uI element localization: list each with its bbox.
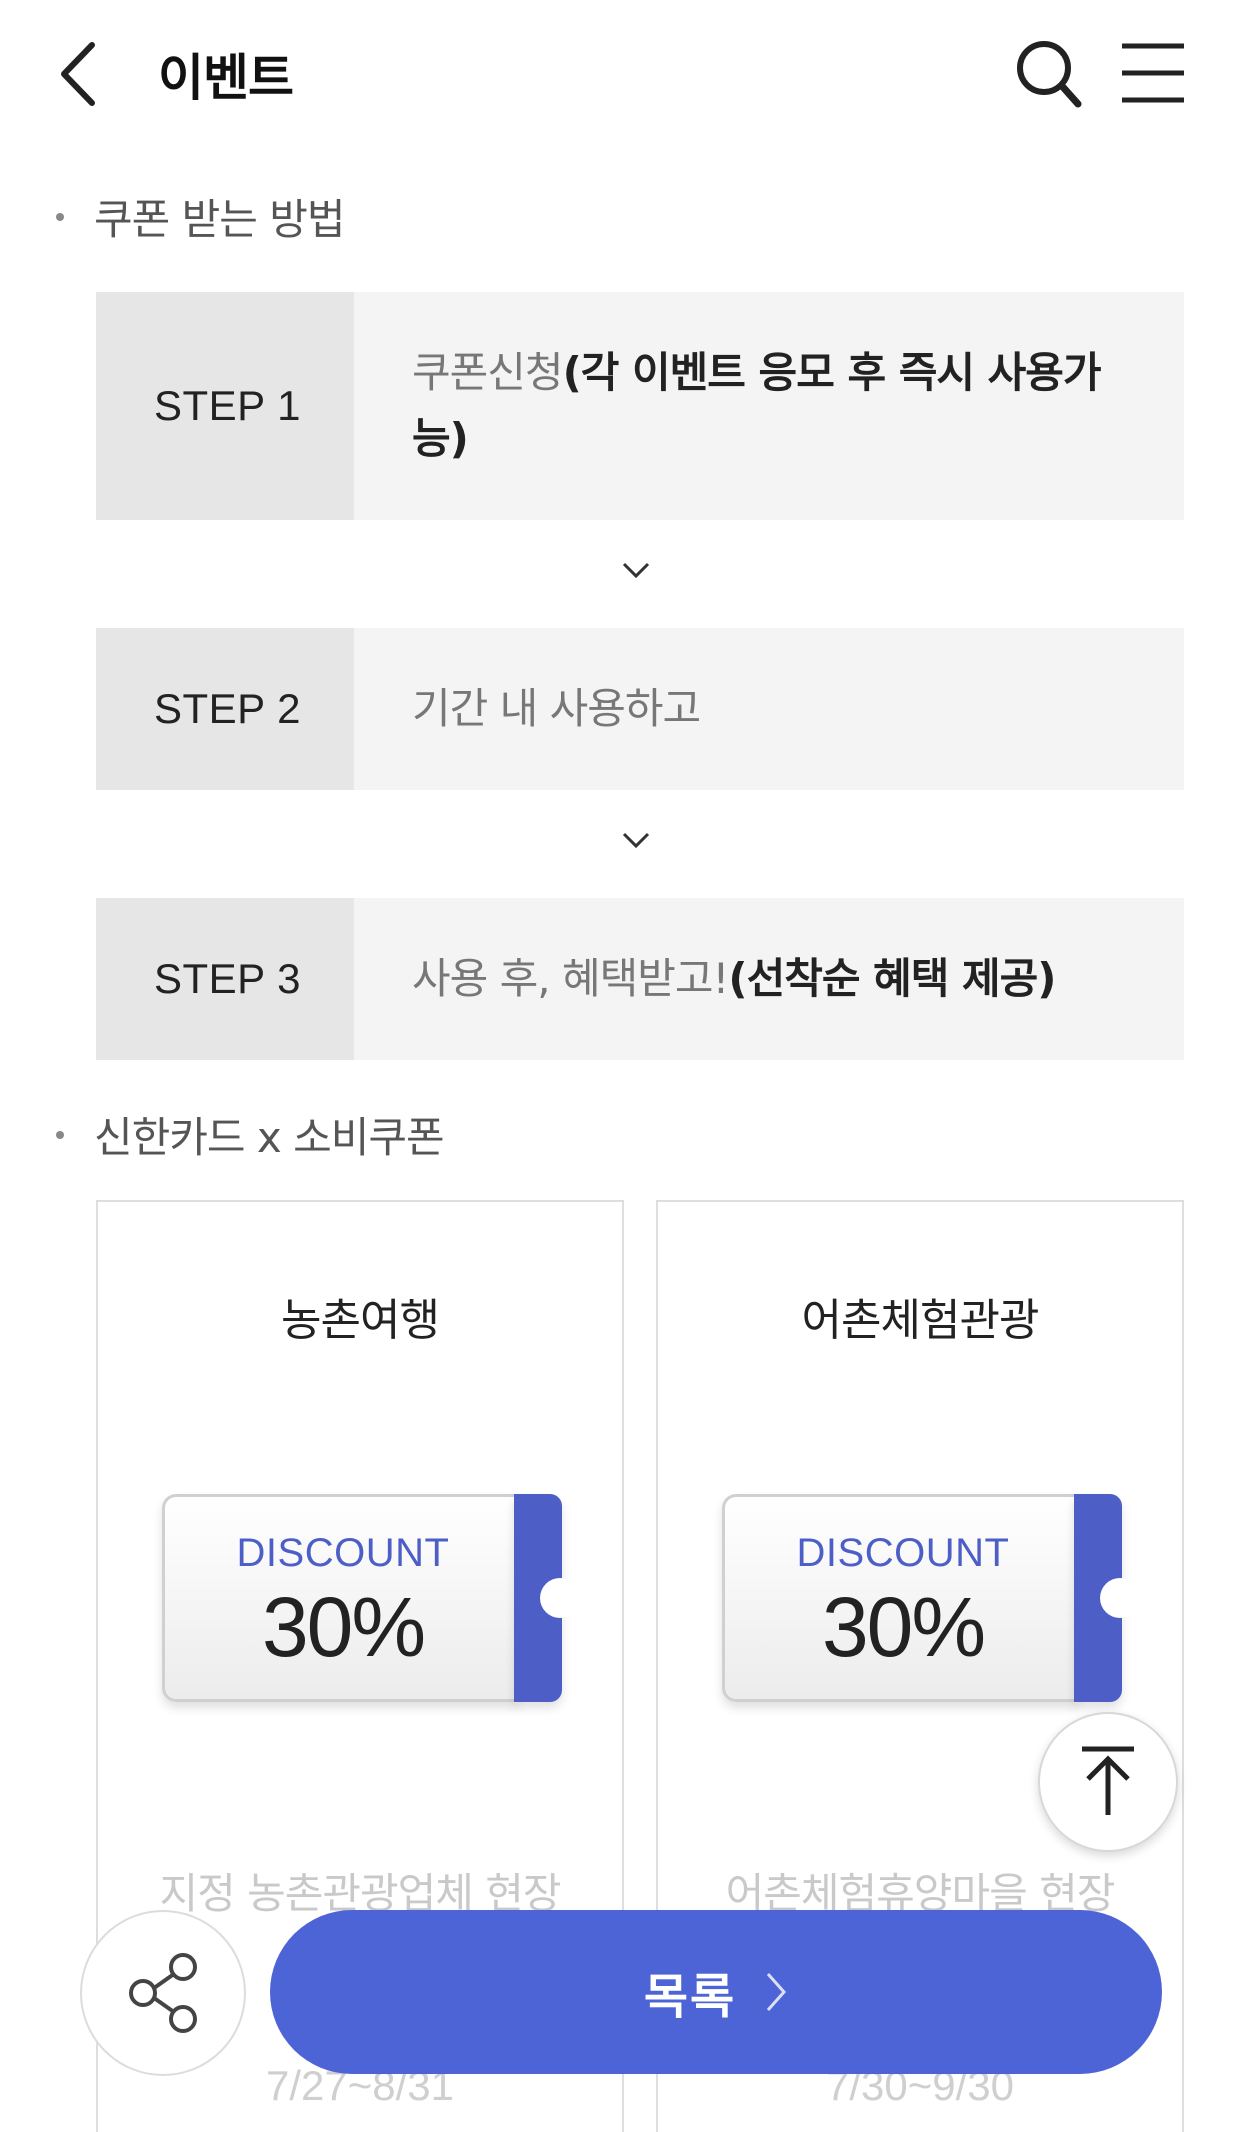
step-text-normal: 기간 내 사용하고 bbox=[412, 684, 701, 733]
list-button-label: 목록 bbox=[643, 1969, 737, 2025]
step-text-wrap: 쿠폰신청(각 이벤트 응모 후 즉시 사용가능) bbox=[412, 340, 1144, 472]
back-button[interactable] bbox=[48, 34, 108, 114]
chevron-left-icon bbox=[61, 42, 95, 106]
step-text-normal: 사용 후, 혜택받고! bbox=[412, 954, 729, 1003]
bullet-dot bbox=[56, 1130, 64, 1139]
share-button[interactable] bbox=[80, 1910, 246, 2076]
discount-ticket: DISCOUNT 30% bbox=[162, 1494, 580, 1702]
card-title: 농촌여행 bbox=[281, 1295, 440, 1346]
search-button[interactable] bbox=[1014, 36, 1084, 112]
list-button[interactable]: 목록 bbox=[270, 1910, 1162, 2074]
card-title: 어촌체험관광 bbox=[801, 1295, 1040, 1346]
discount-label: DISCOUNT bbox=[236, 1531, 450, 1575]
bullet-dot bbox=[56, 212, 64, 221]
step-text-normal: 쿠폰신청 bbox=[412, 348, 564, 397]
app-header: 이벤트 bbox=[0, 0, 1242, 150]
discount-value: 30% bbox=[261, 1580, 426, 1674]
section-label-text: 쿠폰 받는 방법 bbox=[94, 195, 346, 244]
chevron-down-icon bbox=[622, 832, 650, 849]
section-label-coupon-method: 쿠폰 받는 방법 bbox=[56, 186, 346, 247]
ticket-notch bbox=[540, 1578, 580, 1618]
step-2: STEP 2 기간 내 사용하고 bbox=[96, 628, 1184, 790]
step-text: 쿠폰신청(각 이벤트 응모 후 즉시 사용가능) bbox=[354, 292, 1184, 520]
step-text-strong: (선착순 혜택 제공) bbox=[728, 954, 1056, 1003]
step-text-wrap: 사용 후, 혜택받고!(선착순 혜택 제공) bbox=[412, 946, 1057, 1012]
hamburger-menu-icon bbox=[1122, 43, 1184, 103]
ticket-body: DISCOUNT 30% bbox=[162, 1494, 518, 1702]
step-label: STEP 2 bbox=[96, 628, 354, 790]
step-text: 사용 후, 혜택받고!(선착순 혜택 제공) bbox=[354, 898, 1184, 1060]
ticket-notch bbox=[1100, 1578, 1140, 1618]
step-1: STEP 1 쿠폰신청(각 이벤트 응모 후 즉시 사용가능) bbox=[96, 292, 1184, 520]
page-title: 이벤트 bbox=[158, 49, 294, 107]
section-label-text: 신한카드 x 소비쿠폰 bbox=[94, 1113, 445, 1162]
share-icon bbox=[129, 1953, 197, 2033]
arrow-up-to-top-icon bbox=[1082, 1746, 1134, 1815]
search-icon bbox=[1017, 41, 1082, 108]
step-3: STEP 3 사용 후, 혜택받고!(선착순 혜택 제공) bbox=[96, 898, 1184, 1060]
event-page: 이벤트 쿠폰 받는 방법 STEP 1 쿠폰신청(각 이벤트 응모 후 즉시 사… bbox=[0, 0, 1242, 2132]
chevron-down-icon bbox=[622, 562, 650, 579]
discount-ticket: DISCOUNT 30% bbox=[722, 1494, 1140, 1702]
scroll-to-top-button[interactable] bbox=[1038, 1712, 1178, 1852]
discount-label: DISCOUNT bbox=[796, 1531, 1010, 1575]
ticket-body: DISCOUNT 30% bbox=[722, 1494, 1078, 1702]
step-label: STEP 3 bbox=[96, 898, 354, 1060]
step-text-wrap: 기간 내 사용하고 bbox=[412, 676, 701, 742]
chevron-right-icon bbox=[764, 1970, 788, 2014]
section-label-shinhan-coupon: 신한카드 x 소비쿠폰 bbox=[56, 1104, 445, 1165]
menu-button[interactable] bbox=[1118, 38, 1188, 108]
discount-value: 30% bbox=[821, 1580, 986, 1674]
step-text: 기간 내 사용하고 bbox=[354, 628, 1184, 790]
step-label: STEP 1 bbox=[96, 292, 354, 520]
